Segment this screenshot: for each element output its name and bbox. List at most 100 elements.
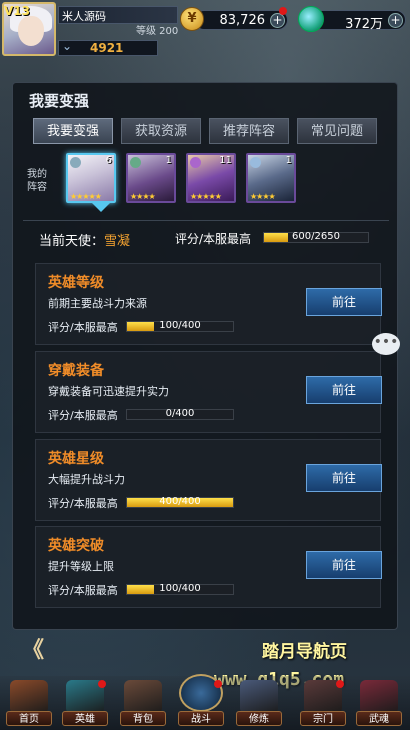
card-title: 英雄等级	[48, 275, 104, 291]
nav-heroes[interactable]: 英雄	[62, 680, 108, 726]
notification-dot	[214, 680, 222, 688]
selection-arrow-icon	[92, 203, 110, 212]
gold-resource: 83,726 +	[194, 7, 288, 30]
panel-title: 我要变强	[29, 92, 90, 110]
tab-recommended-team[interactable]: 推荐阵容	[209, 118, 289, 144]
hero-stars: ★★★★★	[70, 192, 102, 201]
nav-training-icon	[240, 680, 278, 714]
current-angel-label: 当前天使：	[39, 234, 105, 249]
vip-badge: V13	[4, 4, 30, 18]
card-rating-label: 评分/本服最高	[48, 409, 118, 422]
my-team-label: 我的阵容	[27, 169, 47, 193]
card-rating-text: 100/400	[159, 320, 201, 331]
element-icon	[130, 157, 141, 168]
card-rating-bar: 0/400	[126, 408, 234, 420]
card-description: 穿戴装备可迅速提升实力	[48, 385, 169, 398]
add-gem-button[interactable]: +	[388, 13, 403, 28]
upgrade-card: 英雄星级大幅提升战斗力 评分/本服最高 400/400 前往	[35, 439, 382, 521]
current-angel: 当前天使：雪凝	[39, 230, 130, 249]
gold-coin-icon: ¥	[180, 7, 204, 31]
back-arrow-icon[interactable]: 《	[22, 632, 44, 664]
become-stronger-panel: 我要变强 我要变强 获取资源 推荐阵容 常见问题 我的阵容 6 ★★★★★ 1 …	[12, 82, 398, 630]
notification-dot	[98, 680, 106, 688]
tab-become-stronger[interactable]: 我要变强	[33, 118, 113, 144]
nav-sect[interactable]: 宗门	[300, 680, 346, 726]
nav-bag[interactable]: 背包	[120, 680, 166, 726]
card-title: 英雄突破	[48, 538, 104, 554]
card-description: 提升等级上限	[48, 560, 114, 573]
card-rating-label: 评分/本服最高	[48, 497, 118, 510]
card-rating-text: 0/400	[165, 408, 195, 419]
overall-rating-bar: 600/2650	[263, 231, 369, 243]
nav-label: 首页	[6, 711, 52, 726]
element-icon	[70, 157, 81, 168]
upgrade-card: 英雄等级前期主要战斗力来源 评分/本服最高 100/400 前往	[35, 263, 382, 345]
nav-martial-soul-icon	[360, 680, 398, 714]
hero-slot-4[interactable]: 1 ★★★★	[246, 153, 296, 203]
card-rating-bar: 100/400	[126, 583, 234, 595]
player-name: 米人源码	[62, 10, 106, 23]
nav-label: 战斗	[178, 711, 224, 726]
card-rating-label: 评分/本服最高	[48, 321, 118, 334]
angel-name: 雪凝	[104, 234, 131, 249]
nav-battle[interactable]: 战斗	[178, 674, 224, 726]
card-rating-bar: 400/400	[126, 496, 234, 508]
nav-bag-icon	[124, 680, 162, 714]
gem-amount: 372万	[345, 17, 383, 32]
card-title: 穿戴装备	[48, 363, 104, 379]
element-icon	[190, 157, 201, 168]
card-description: 大幅提升战斗力	[48, 473, 125, 486]
hero-count: 6	[105, 155, 112, 166]
nav-home[interactable]: 首页	[6, 680, 52, 726]
card-description: 前期主要战斗力来源	[48, 297, 147, 310]
player-avatar[interactable]: V13	[2, 2, 56, 56]
nav-training[interactable]: 修炼	[236, 680, 282, 726]
gold-notify-dot	[279, 7, 287, 15]
upgrade-card: 穿戴装备穿戴装备可迅速提升实力 评分/本服最高 0/400 前往	[35, 351, 382, 433]
add-gold-button[interactable]: +	[270, 13, 285, 28]
hero-slot-2[interactable]: 1 ★★★★	[126, 153, 176, 203]
card-title: 英雄星级	[48, 451, 104, 467]
nav-martial-soul[interactable]: 武魂	[356, 680, 402, 726]
chevron-down-icon: ⌄	[62, 39, 73, 53]
avatar-face	[18, 16, 44, 46]
top-bar: V13 米人源码 等级 200 ⌄ 4921 83,726 + ¥ 372万 +	[0, 0, 410, 60]
go-button[interactable]: 前往	[306, 376, 382, 404]
element-icon	[250, 157, 261, 168]
divider	[23, 220, 389, 221]
card-rating-bar: 100/400	[126, 320, 234, 332]
hero-slot-3[interactable]: 11 ★★★★★	[186, 153, 236, 203]
upgrade-card: 英雄突破提升等级上限 评分/本服最高 100/400 前往	[35, 526, 382, 608]
card-rating-text: 100/400	[159, 583, 201, 594]
go-button[interactable]: 前往	[306, 464, 382, 492]
hero-count: 11	[219, 155, 232, 166]
nav-label: 英雄	[62, 711, 108, 726]
watermark-title: 踏月导航页	[262, 642, 347, 662]
gem-orb-icon	[298, 6, 324, 32]
hero-stars: ★★★★★	[190, 192, 222, 201]
go-button[interactable]: 前往	[306, 288, 382, 316]
hero-slot-1[interactable]: 6 ★★★★★	[66, 153, 116, 203]
hero-count: 1	[165, 155, 172, 166]
tab-get-resources[interactable]: 获取资源	[121, 118, 201, 144]
nav-label: 宗门	[300, 711, 346, 726]
combat-power: 4921	[90, 41, 124, 55]
gold-amount: 83,726	[219, 13, 266, 28]
overall-rating-text: 600/2650	[292, 231, 340, 242]
card-rating-text: 400/400	[159, 496, 201, 507]
player-level: 等级 200	[136, 26, 179, 37]
hero-stars: ★★★★	[130, 192, 156, 201]
hero-stars: ★★★★	[250, 192, 276, 201]
nav-home-icon	[10, 680, 48, 714]
nav-label: 背包	[120, 711, 166, 726]
nav-label: 武魂	[356, 711, 402, 726]
chat-bubble-icon[interactable]: •••	[372, 333, 400, 355]
card-rating-label: 评分/本服最高	[48, 584, 118, 597]
tab-faq[interactable]: 常见问题	[297, 118, 377, 144]
nav-label: 修炼	[236, 711, 282, 726]
notification-dot	[336, 680, 344, 688]
overall-rating-label: 评分/本服最高	[175, 232, 252, 246]
hero-count: 1	[285, 155, 292, 166]
go-button[interactable]: 前往	[306, 551, 382, 579]
gem-resource: 372万 +	[312, 10, 406, 32]
